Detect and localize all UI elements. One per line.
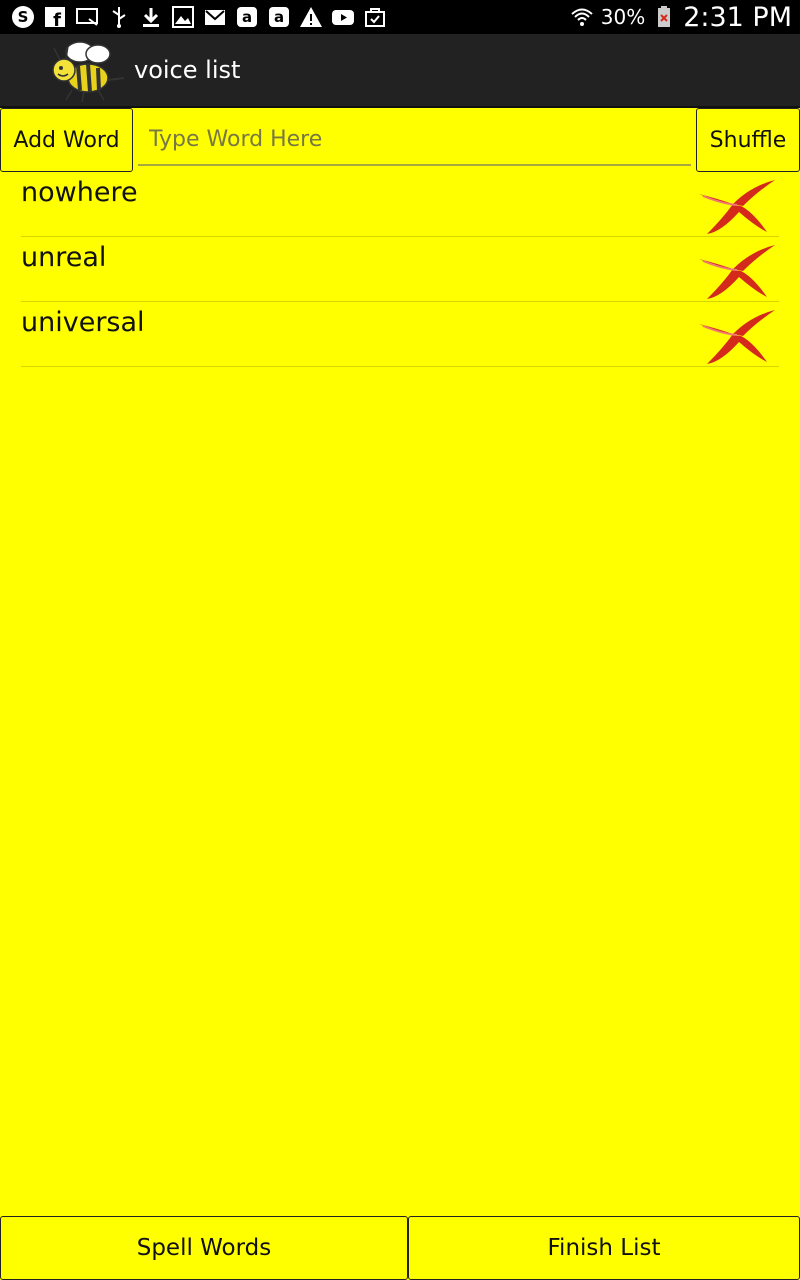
delete-x-icon[interactable] xyxy=(693,304,781,366)
battery-percent: 30% xyxy=(600,5,646,29)
usb-icon xyxy=(106,4,132,30)
svg-text:f: f xyxy=(53,10,61,29)
add-word-button[interactable]: Add Word xyxy=(0,108,133,172)
delete-x-icon[interactable] xyxy=(693,239,781,301)
clock: 2:31 PM xyxy=(683,1,792,33)
delete-x-icon[interactable] xyxy=(693,174,781,236)
youtube-icon xyxy=(330,4,356,30)
page-title: voice list xyxy=(134,56,241,84)
battery-icon xyxy=(651,4,677,30)
cast-icon xyxy=(74,4,100,30)
spell-words-button[interactable]: Spell Words xyxy=(0,1216,408,1280)
action-bar: voice list xyxy=(0,34,800,108)
warning-icon xyxy=(298,4,324,30)
list-item[interactable]: unreal xyxy=(21,237,779,302)
status-right: 30% 2:31 PM xyxy=(569,0,792,34)
wifi-icon xyxy=(569,4,595,30)
svg-text:S: S xyxy=(18,8,29,26)
word-text: nowhere xyxy=(21,177,138,208)
word-text: universal xyxy=(21,307,145,338)
list-item[interactable]: universal xyxy=(21,302,779,367)
finish-list-button[interactable]: Finish List xyxy=(408,1216,800,1280)
gmail-icon xyxy=(202,4,228,30)
download-icon xyxy=(138,4,164,30)
amazon-icon-2: a xyxy=(266,4,292,30)
shuffle-button[interactable]: Shuffle xyxy=(696,108,800,172)
notification-icons: S f a a xyxy=(10,3,388,31)
skype-icon: S xyxy=(10,4,36,30)
word-text: unreal xyxy=(21,242,107,273)
gallery-icon xyxy=(170,4,196,30)
bag-check-icon xyxy=(362,4,388,30)
svg-text:a: a xyxy=(274,8,284,26)
amazon-icon: a xyxy=(234,4,260,30)
list-item[interactable]: nowhere xyxy=(21,172,779,237)
status-bar: S f a a 30% 2:31 PM xyxy=(0,0,800,34)
add-word-row: Add Word Shuffle xyxy=(0,108,800,172)
bee-logo-icon[interactable] xyxy=(36,38,128,104)
word-input[interactable] xyxy=(138,114,691,166)
svg-text:a: a xyxy=(242,8,252,26)
facebook-icon: f xyxy=(42,4,68,30)
word-list: nowhere unreal universal xyxy=(21,172,779,367)
